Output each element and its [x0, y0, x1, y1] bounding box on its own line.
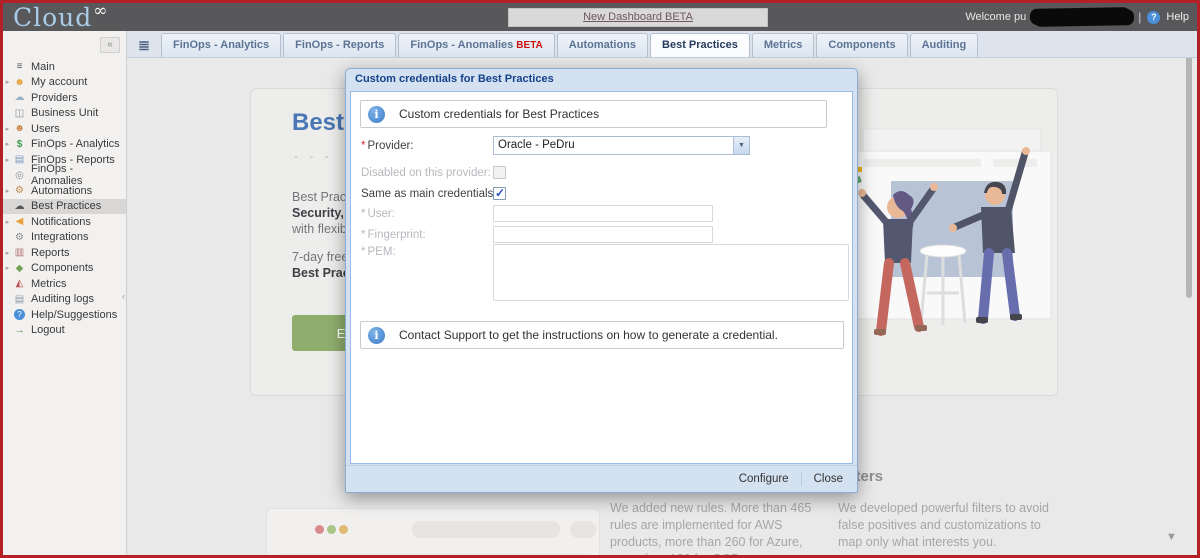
same-as-main-checkbox[interactable] — [493, 186, 506, 200]
sidebar-item-notifications[interactable]: ▸ ◀ Notifications — [3, 214, 126, 230]
beta-badge: BETA — [516, 40, 543, 51]
rules-description: We added new rules. More than 465 rules … — [610, 501, 812, 555]
tab-automations[interactable]: Automations — [556, 33, 649, 57]
sidebar-item-reports[interactable]: ▸ ▥ Reports — [3, 245, 126, 261]
user-field — [493, 205, 713, 222]
pem-field — [493, 244, 849, 301]
vertical-scrollbar[interactable] — [1186, 43, 1192, 298]
org-icon: ◫ — [14, 107, 25, 119]
window-dot-yellow — [339, 525, 348, 534]
tab-components[interactable]: Components — [816, 33, 908, 57]
sidebar: « ≡ Main ▸ ☻ My account ☁ Providers ◫ Busines… — [3, 31, 127, 555]
chevron-down-icon[interactable]: ▼ — [733, 137, 749, 154]
info-icon: i — [368, 326, 385, 344]
logout-icon: → — [14, 324, 25, 336]
mockup-content-strip — [275, 553, 593, 555]
dialog-title: Custom credentials for Best Practices — [355, 73, 554, 85]
report-icon: ▥ — [14, 247, 25, 259]
tab-finops-reports[interactable]: FinOps - Reports — [283, 33, 397, 57]
tab-metrics[interactable]: Metrics — [751, 33, 815, 57]
sidebar-item-logout[interactable]: → Logout — [3, 323, 126, 339]
provider-row: * Provider: Oracle - PeDru ▼ — [351, 136, 852, 155]
tab-bar: ≣ FinOps - Analytics FinOps - Reports Fi… — [127, 31, 1197, 58]
fingerprint-row: * Fingerprint: — [351, 225, 852, 244]
hero-paragraph-1: Best Practi Security, I with flexib — [292, 190, 353, 236]
sidebar-item-finops-analytics[interactable]: ▸ $ FinOps - Analytics — [3, 137, 126, 153]
tab-finops-analytics[interactable]: FinOps - Analytics — [161, 33, 282, 57]
sidebar-item-metrics[interactable]: ◭ Metrics — [3, 276, 126, 292]
fingerprint-field — [493, 226, 713, 243]
sidebar-item-my-account[interactable]: ▸ ☻ My account — [3, 75, 126, 91]
log-icon: ▤ — [14, 293, 25, 305]
app-window: Cloud∞ New Dashboard BETA Welcome pu | ?… — [0, 0, 1200, 558]
sidebar-resize-handle[interactable]: ‹ — [122, 291, 125, 301]
cloud-sync-icon: ☁ — [14, 200, 25, 212]
separator: | — [1138, 10, 1142, 24]
sidebar-item-auditing-logs[interactable]: ▤ Auditing logs — [3, 292, 126, 308]
sidebar-item-best-practices[interactable]: ☁ Best Practices — [3, 198, 126, 214]
tab-auditing[interactable]: Auditing — [909, 33, 979, 57]
info-banner: i Custom credentials for Best Practices — [360, 100, 827, 128]
filters-description: We developed powerful filters to avoid f… — [838, 501, 1049, 549]
scroll-down-icon[interactable]: ▼ — [1166, 531, 1177, 543]
magnifier-icon: ◎ — [15, 169, 24, 181]
sidebar-item-main[interactable]: ≡ Main — [3, 59, 126, 75]
sidebar-item-help-suggestions[interactable]: ? Help/Suggestions — [3, 307, 126, 323]
help-link[interactable]: Help — [1166, 11, 1189, 23]
puzzle-icon: ◆ — [15, 262, 24, 274]
users-icon: ☻ — [14, 123, 25, 135]
sidebar-item-providers[interactable]: ☁ Providers — [3, 90, 126, 106]
sidebar-item-components[interactable]: ▸ ◆ Components — [3, 261, 126, 277]
window-dot-green — [327, 525, 336, 534]
help-icon[interactable]: ? — [1147, 10, 1161, 24]
welcome-text: Welcome pu — [965, 11, 1027, 23]
mockup-address-bar — [412, 521, 560, 538]
mockup-button — [570, 521, 596, 538]
dialog-body: i Custom credentials for Best Practices … — [350, 91, 853, 464]
cloud-icon: ☁ — [14, 92, 25, 104]
document-icon: ▤ — [14, 154, 25, 166]
browser-mockup-card — [266, 508, 600, 555]
sidebar-menu: ≡ Main ▸ ☻ My account ☁ Providers ◫ Business … — [3, 59, 126, 338]
tab-finops-anomalies[interactable]: FinOps - Anomalies BETA — [398, 33, 555, 57]
help-icon: ? — [14, 309, 25, 321]
dollar-icon: $ — [16, 138, 23, 150]
support-banner: i Contact Support to get the instruction… — [360, 321, 844, 349]
menu-icon: ≡ — [16, 61, 23, 73]
automation-icon: ⚙ — [15, 185, 24, 197]
redacted-username — [1032, 8, 1133, 26]
chart-icon: ◭ — [15, 278, 24, 290]
sidebar-collapse-button[interactable]: « — [100, 37, 120, 53]
button-divider — [800, 472, 802, 486]
infinity-icon: ∞ — [93, 1, 109, 21]
custom-credentials-dialog: Custom credentials for Best Practices i … — [345, 68, 858, 493]
tab-list-icon[interactable]: ≣ — [131, 33, 157, 57]
sidebar-item-business-unit[interactable]: ◫ Business Unit — [3, 106, 126, 122]
configure-button[interactable]: Configure — [735, 471, 793, 487]
user-row: * User: — [351, 204, 852, 223]
disabled-on-provider-row: Disabled on this provider: — [351, 163, 852, 182]
user-area: Welcome pu | ? Help — [965, 3, 1189, 31]
new-dashboard-link[interactable]: New Dashboard BETA — [508, 8, 768, 27]
gear-icon: ⚙ — [15, 231, 24, 243]
sidebar-item-finops-anomalies[interactable]: ◎ FinOps - Anomalies — [3, 163, 126, 187]
user-icon: ☻ — [14, 76, 25, 88]
tab-best-practices[interactable]: Best Practices — [650, 33, 750, 57]
close-button[interactable]: Close — [810, 471, 847, 487]
top-bar: Cloud∞ New Dashboard BETA Welcome pu | ?… — [3, 1, 1197, 32]
same-as-main-row: Same as main credentials: — [351, 184, 852, 203]
provider-dropdown[interactable]: Oracle - PeDru ▼ — [493, 136, 750, 155]
window-dot-red — [315, 525, 324, 534]
app-logo: Cloud∞ — [13, 1, 109, 32]
sidebar-item-integrations[interactable]: ⚙ Integrations — [3, 230, 126, 246]
megaphone-icon: ◀ — [15, 216, 24, 228]
info-icon: i — [368, 105, 385, 123]
disabled-on-provider-checkbox — [493, 166, 506, 179]
sidebar-item-users[interactable]: ▸ ☻ Users — [3, 121, 126, 137]
teamwork-illustration — [844, 128, 1052, 336]
carousel-dots: - - - — [294, 149, 333, 163]
dialog-footer: Configure Close — [346, 465, 857, 492]
required-marker: * — [361, 139, 366, 152]
